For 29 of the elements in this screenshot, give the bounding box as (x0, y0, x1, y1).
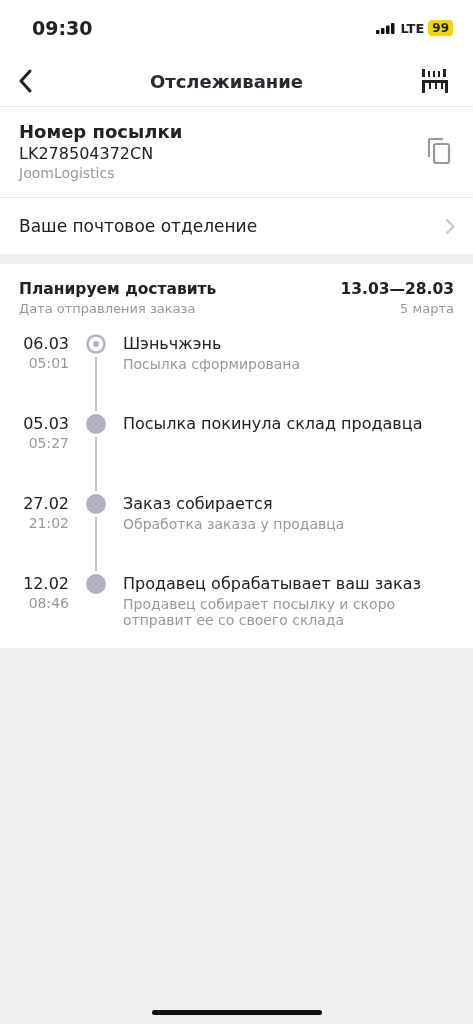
delivery-range: 13.03—28.03 (340, 280, 454, 298)
event-description: Посылка сформирована (123, 356, 302, 372)
event-time: 21:02 (28, 515, 69, 531)
event-date: 27.02 (23, 494, 69, 513)
carrier-name: JoomLogistics (19, 165, 116, 181)
ship-date: 5 марта (400, 301, 454, 316)
battery-indicator: 99 (428, 20, 453, 36)
screen-title: Отслеживание (149, 70, 304, 92)
event-time: 08:46 (28, 595, 69, 611)
event-description: Обработка заказа у продавца (123, 516, 346, 532)
event-title: Заказ собирается (123, 494, 274, 513)
event-date: 12.02 (23, 574, 69, 593)
chevron-icon (445, 217, 455, 235)
event-time: 05:01 (28, 355, 69, 371)
event-description: Продавец собирает посылку и скоро отправит ее со своего склада (123, 596, 397, 628)
parcel-label: Номер посылки (19, 121, 183, 142)
event-title: Продавец обрабатывает ваш заказ (123, 574, 423, 593)
event-date: 06.03 (23, 334, 69, 353)
delivery-title: Планируем доставить (19, 280, 217, 298)
event-time: 05:27 (28, 435, 69, 451)
post-office-row[interactable]: Ваше почтовое отделение (0, 198, 473, 254)
status-time: 09:30 (32, 17, 93, 39)
ship-date-label: Дата отправления заказа (19, 301, 196, 316)
tracking-number: LK278504372CN (19, 144, 155, 163)
network-label: LTE (400, 20, 425, 36)
event-title: Шэньчжэнь (123, 334, 223, 353)
event-date: 05.03 (23, 414, 69, 433)
signal-icon (376, 22, 397, 34)
event-title: Посылка покинула склад продавца (123, 414, 424, 433)
